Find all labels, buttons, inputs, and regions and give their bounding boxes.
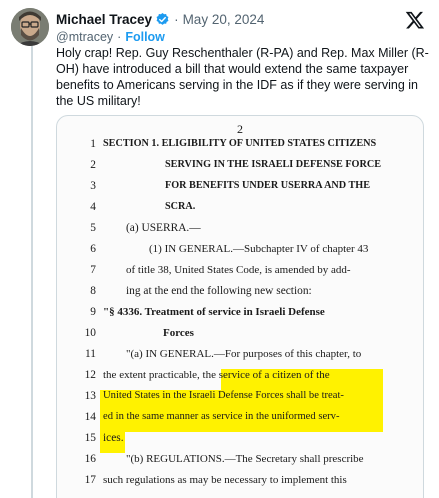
line-number: 10 (84, 327, 96, 339)
line-number: 16 (84, 453, 96, 465)
tweet-text: Holy crap! Rep. Guy Reschenthaler (R-PA)… (56, 46, 429, 108)
line-number: 5 (90, 222, 96, 234)
avatar[interactable] (11, 8, 49, 46)
line-text: "(b) REGULATIONS.—The Secretary shall pr… (126, 453, 364, 465)
line-number: 1 (90, 138, 96, 150)
line-number: 8 (90, 285, 96, 297)
document-line: 12 the extent practicable, the service o… (57, 366, 423, 387)
line-number: 4 (90, 201, 96, 213)
document-line: 6 (1) IN GENERAL.—Subchapter IV of chapt… (57, 240, 423, 261)
follow-button[interactable]: Follow (125, 30, 165, 44)
thread-line (31, 46, 33, 498)
document-line: 17 such regulations as may be necessary … (57, 471, 423, 492)
tweet-card: Michael Tracey · May 20, 2024 @mtracey ·… (0, 0, 439, 498)
document-line: 5 (a) USERRA.— (57, 219, 423, 240)
line-text: (1) IN GENERAL.—Subchapter IV of chapter… (149, 243, 369, 255)
document-line: 2 SERVING IN THE ISRAELI DEFENSE FORCE (57, 156, 423, 177)
line-text: (a) USERRA.— (126, 222, 201, 234)
x-logo-icon[interactable] (405, 10, 425, 30)
line-text: of title 38, United States Code, is amen… (126, 264, 351, 276)
tweet-date[interactable]: May 20, 2024 (183, 12, 265, 27)
line-number: 13 (84, 390, 96, 402)
line-number: 12 (84, 369, 96, 381)
line-number: 17 (84, 474, 96, 486)
document-line: 10 Forces (57, 324, 423, 345)
line-number: 6 (90, 243, 96, 255)
document-line: 3 FOR BENEFITS UNDER USERRA AND THE (57, 177, 423, 198)
tweet-header: Michael Tracey · May 20, 2024 @mtracey ·… (56, 8, 429, 48)
document-line: 4 SCRA. (57, 198, 423, 219)
document-line: 8 ing at the end the following new secti… (57, 282, 423, 303)
author-handle[interactable]: @mtracey (56, 30, 113, 44)
line-number: 3 (90, 180, 96, 192)
separator-dot: · (117, 30, 122, 44)
line-text: SCRA. (165, 201, 196, 212)
line-text: "(a) IN GENERAL.—For purposes of this ch… (126, 348, 362, 360)
line-text: Forces (163, 327, 194, 339)
separator-dot: · (174, 11, 179, 27)
line-number: 2 (90, 159, 96, 171)
name-row: Michael Tracey · May 20, 2024 (56, 10, 264, 28)
line-text: such regulations as may be necessary to … (103, 474, 347, 486)
line-number: 15 (84, 432, 96, 444)
line-text: the extent practicable, the service of a… (103, 369, 330, 381)
handle-row: @mtracey · Follow (56, 29, 165, 45)
line-text: ices. (103, 432, 124, 444)
document-line: 15 ices. (57, 429, 423, 450)
document-line: 7 of title 38, United States Code, is am… (57, 261, 423, 282)
line-text: ed in the same manner as service in the … (103, 411, 340, 422)
document-line: 11 "(a) IN GENERAL.—For purposes of this… (57, 345, 423, 366)
line-text: ing at the end the following new section… (126, 285, 312, 297)
line-number: 11 (85, 348, 96, 360)
line-number: 14 (84, 411, 96, 423)
line-text: United States in the Israeli Defense For… (103, 390, 344, 401)
document-line: 16 "(b) REGULATIONS.—The Secretary shall… (57, 450, 423, 471)
document-line: 9 "§ 4336. Treatment of service in Israe… (57, 303, 423, 324)
verified-badge-icon (155, 12, 170, 27)
tweet-image[interactable]: 2 1 SECTION 1. ELIGIBILITY OF UNITED STA… (56, 115, 424, 498)
line-text: SERVING IN THE ISRAELI DEFENSE FORCE (165, 159, 381, 170)
line-number: 7 (90, 264, 96, 276)
line-text: SECTION 1. ELIGIBILITY OF UNITED STATES … (103, 138, 377, 149)
document-line: 13 United States in the Israeli Defense … (57, 387, 423, 408)
document-line: 14 ed in the same manner as service in t… (57, 408, 423, 429)
line-text: "§ 4336. Treatment of service in Israeli… (103, 306, 325, 318)
author-name[interactable]: Michael Tracey (56, 12, 152, 27)
line-text: FOR BENEFITS UNDER USERRA AND THE (165, 180, 371, 191)
line-number: 9 (90, 306, 96, 318)
document-line: 1 SECTION 1. ELIGIBILITY OF UNITED STATE… (57, 135, 423, 156)
